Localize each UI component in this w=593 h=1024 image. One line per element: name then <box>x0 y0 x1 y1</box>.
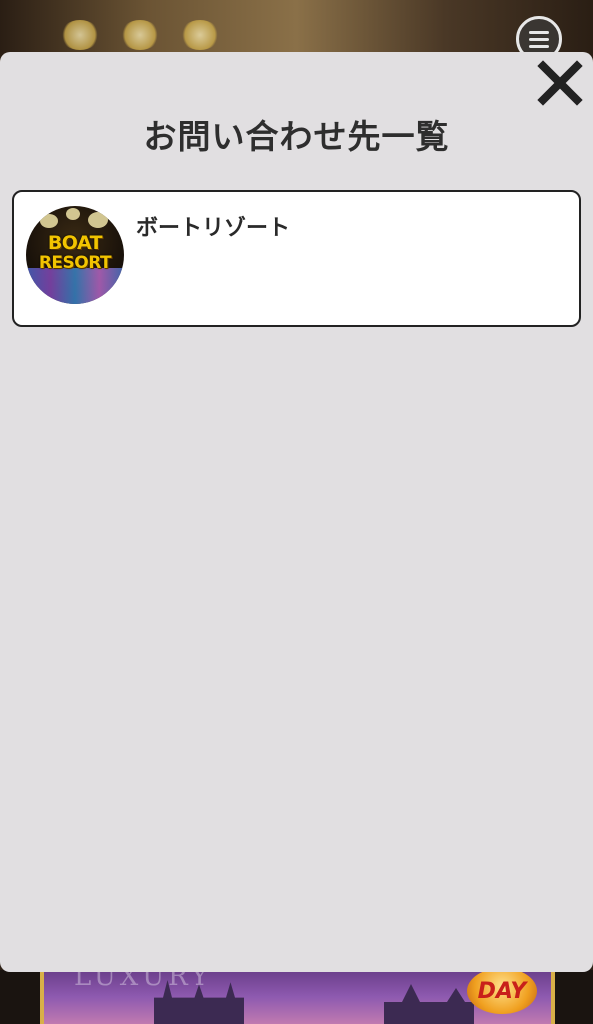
background-banner[interactable]: LUXURY DAY <box>40 970 555 1024</box>
contact-card[interactable]: BOAT RESORT ボートリゾート <box>12 190 581 327</box>
contact-name: ボートリゾート <box>136 216 291 241</box>
contact-list: BOAT RESORT ボートリゾート <box>12 190 581 327</box>
decor-flower <box>180 20 220 50</box>
logo-text-line2: RESORT <box>38 253 112 273</box>
contact-list-modal: お問い合わせ先一覧 BOAT RESORT ボートリゾート <box>0 52 593 972</box>
banner-word: LUXURY <box>74 970 213 992</box>
avatar-decor <box>66 208 80 220</box>
castle-silhouette <box>154 980 244 1024</box>
decor-flower <box>120 20 160 50</box>
modal-title: お問い合わせ先一覧 <box>143 117 450 156</box>
avatar-decor <box>40 214 58 228</box>
decor-flower <box>60 20 100 50</box>
contact-avatar: BOAT RESORT <box>26 206 124 304</box>
castle-silhouette <box>384 984 474 1024</box>
logo-text-line1: BOAT <box>47 232 103 254</box>
avatar-glow <box>26 268 124 304</box>
close-x-icon <box>537 60 583 106</box>
background-header-image <box>0 0 593 60</box>
banner-day-badge: DAY <box>467 970 537 1014</box>
avatar-decor <box>88 212 108 228</box>
close-button[interactable] <box>535 58 585 108</box>
